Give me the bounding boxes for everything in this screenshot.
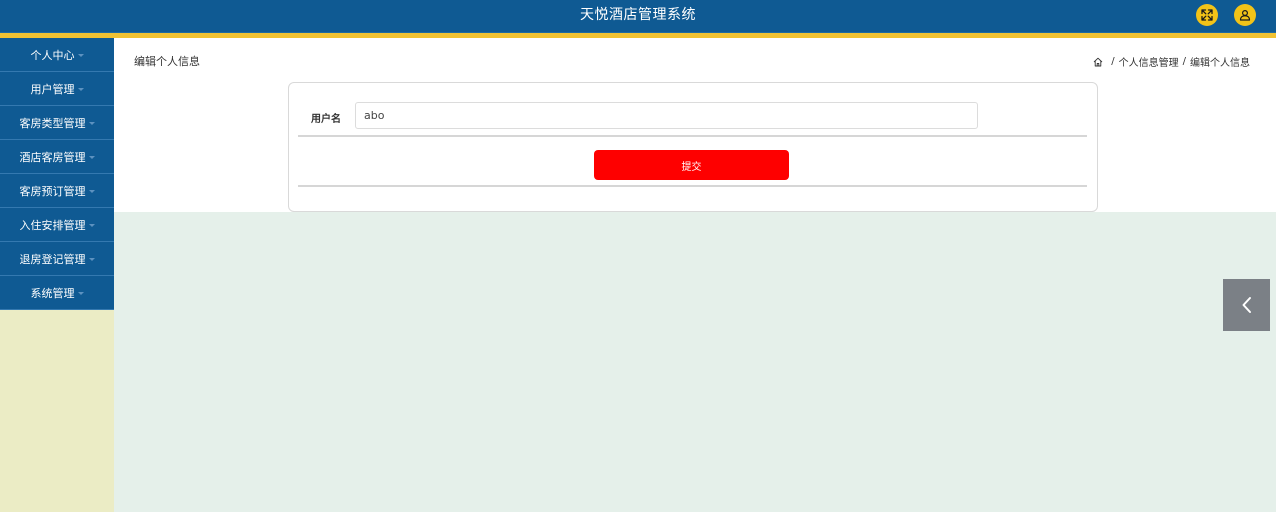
- caret-down-icon: [88, 223, 95, 227]
- sidebar-item-check-in-management[interactable]: 入住安排管理: [0, 208, 114, 242]
- sidebar: 个人中心 用户管理 客房类型管理 酒店客房管理 客房预订管理 入住安排管理 退房…: [0, 38, 114, 512]
- username-label: 用户名: [311, 114, 341, 125]
- caret-down-icon: [88, 257, 95, 261]
- sidebar-item-check-out-management[interactable]: 退房登记管理: [0, 242, 114, 276]
- breadcrumb: / 个人信息管理 / 编辑个人信息: [1093, 54, 1250, 69]
- sidebar-item-label: 入住安排管理: [19, 218, 86, 232]
- caret-down-icon: [77, 291, 84, 295]
- sidebar-item-label: 退房登记管理: [19, 252, 86, 266]
- breadcrumb-current: 编辑个人信息: [1190, 58, 1250, 69]
- breadcrumb-parent[interactable]: 个人信息管理: [1119, 54, 1179, 69]
- chevron-left-icon: [1242, 297, 1251, 313]
- sidebar-item-label: 用户管理: [30, 82, 75, 96]
- sidebar-item-room-booking-management[interactable]: 客房预订管理: [0, 174, 114, 208]
- form-divider: [298, 135, 1087, 137]
- caret-down-icon: [77, 87, 84, 91]
- breadcrumb-separator: /: [1111, 56, 1115, 67]
- submit-button[interactable]: 提交: [594, 150, 789, 180]
- top-header-bar: 天悦酒店管理系统: [0, 0, 1276, 33]
- sidebar-item-personal-center[interactable]: 个人中心: [0, 38, 114, 72]
- sidebar-item-label: 酒店客房管理: [19, 150, 86, 164]
- sidebar-item-system-management[interactable]: 系统管理: [0, 276, 114, 310]
- sidebar-item-label: 系统管理: [30, 286, 75, 300]
- caret-down-icon: [88, 189, 95, 193]
- sidebar-item-user-management[interactable]: 用户管理: [0, 72, 114, 106]
- user-icon[interactable]: [1234, 4, 1256, 26]
- sidebar-item-label: 个人中心: [30, 48, 75, 62]
- page-title: 编辑个人信息: [134, 55, 200, 68]
- sidebar-item-label: 客房预订管理: [19, 184, 86, 198]
- collapse-panel-button[interactable]: [1223, 279, 1270, 331]
- sidebar-item-label: 客房类型管理: [19, 116, 86, 130]
- breadcrumb-separator: /: [1182, 56, 1186, 67]
- content-background: [114, 212, 1276, 512]
- app-title: 天悦酒店管理系统: [580, 7, 696, 23]
- home-icon[interactable]: [1093, 57, 1103, 67]
- sidebar-item-hotel-room-management[interactable]: 酒店客房管理: [0, 140, 114, 174]
- username-input[interactable]: [355, 102, 978, 129]
- caret-down-icon: [88, 155, 95, 159]
- caret-down-icon: [77, 53, 84, 57]
- caret-down-icon: [88, 121, 95, 125]
- form-divider: [298, 185, 1087, 187]
- sidebar-item-room-type-management[interactable]: 客房类型管理: [0, 106, 114, 140]
- fullscreen-icon[interactable]: [1196, 4, 1218, 26]
